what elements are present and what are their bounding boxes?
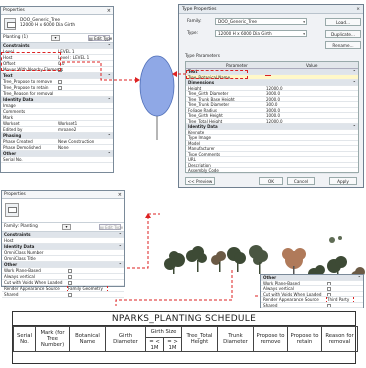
parameter-name: Shared: [4, 292, 19, 297]
checkbox[interactable]: [327, 292, 331, 297]
column-header: Trunk Diameter: [217, 326, 254, 352]
column-header: Girth Diameter: [105, 326, 146, 352]
column-header: Tree_Total Height: [181, 326, 218, 352]
schedule-header-table: Serial No. Mark (for Tree Number) Botani…: [13, 326, 358, 352]
arrow-head-icon: [135, 77, 140, 83]
schedule-title: NPARKS_PLANTING SCHEDULE: [13, 312, 355, 326]
tree-render-icon: [338, 236, 342, 240]
column-group-header: Girth Size: [145, 326, 182, 338]
other-properties-panel: Other ⌃ Work Plane-Based Always vertical Cut…: [260, 274, 364, 308]
parameter-row[interactable]: Shared: [261, 302, 363, 308]
column-header: Serial No.: [13, 326, 36, 352]
checkbox[interactable]: [68, 281, 72, 285]
checkbox[interactable]: [68, 269, 72, 273]
column-header: = > 1M: [163, 337, 182, 352]
tree-render-icon: [164, 245, 268, 274]
column-header: = < 1M: [145, 337, 164, 352]
properties-title-bar[interactable]: Properties ×: [2, 191, 124, 199]
edit-type-button[interactable]: ▤ Edit Type: [99, 224, 123, 230]
dashed-arrow: [62, 61, 135, 81]
column-header: Propose to remove: [253, 326, 288, 352]
family-icon: [5, 203, 19, 217]
parameter-row[interactable]: Shared: [2, 292, 124, 298]
family-selector[interactable]: Family: Planting ▾ ▤ Edit Type: [2, 223, 124, 232]
checkbox[interactable]: [327, 287, 331, 291]
family-parameter-list: Constraints ⌃ Host Identity Data ⌃ OmniClass …: [2, 232, 124, 298]
properties-panel-family: Properties × Family: Planting ▾ ▤ Edit T…: [1, 190, 125, 298]
tree-symbol-icon[interactable]: [139, 55, 175, 140]
column-header: Reason for removal: [321, 326, 358, 352]
edit-type-icon: ▤: [100, 225, 104, 230]
checkbox[interactable]: [68, 275, 72, 279]
checkbox[interactable]: [327, 281, 331, 286]
chevron-down-icon[interactable]: ▾: [62, 224, 71, 230]
other-parameter-list: Other ⌃ Work Plane-Based Always vertical Cut…: [261, 275, 363, 308]
checkbox[interactable]: [327, 303, 331, 308]
family-thumbnail: [2, 199, 124, 223]
tree-render-icon: [329, 237, 335, 243]
planting-schedule: NPARKS_PLANTING SCHEDULE Serial No. Mark…: [12, 311, 358, 364]
column-header: Mark (for Tree Number): [35, 326, 70, 352]
column-header: Propose to retain: [287, 326, 322, 352]
close-icon[interactable]: ×: [118, 191, 122, 198]
parameter-name: Shared: [263, 302, 278, 308]
checkbox[interactable]: [68, 293, 72, 297]
column-header: Botanical Name: [69, 326, 106, 352]
